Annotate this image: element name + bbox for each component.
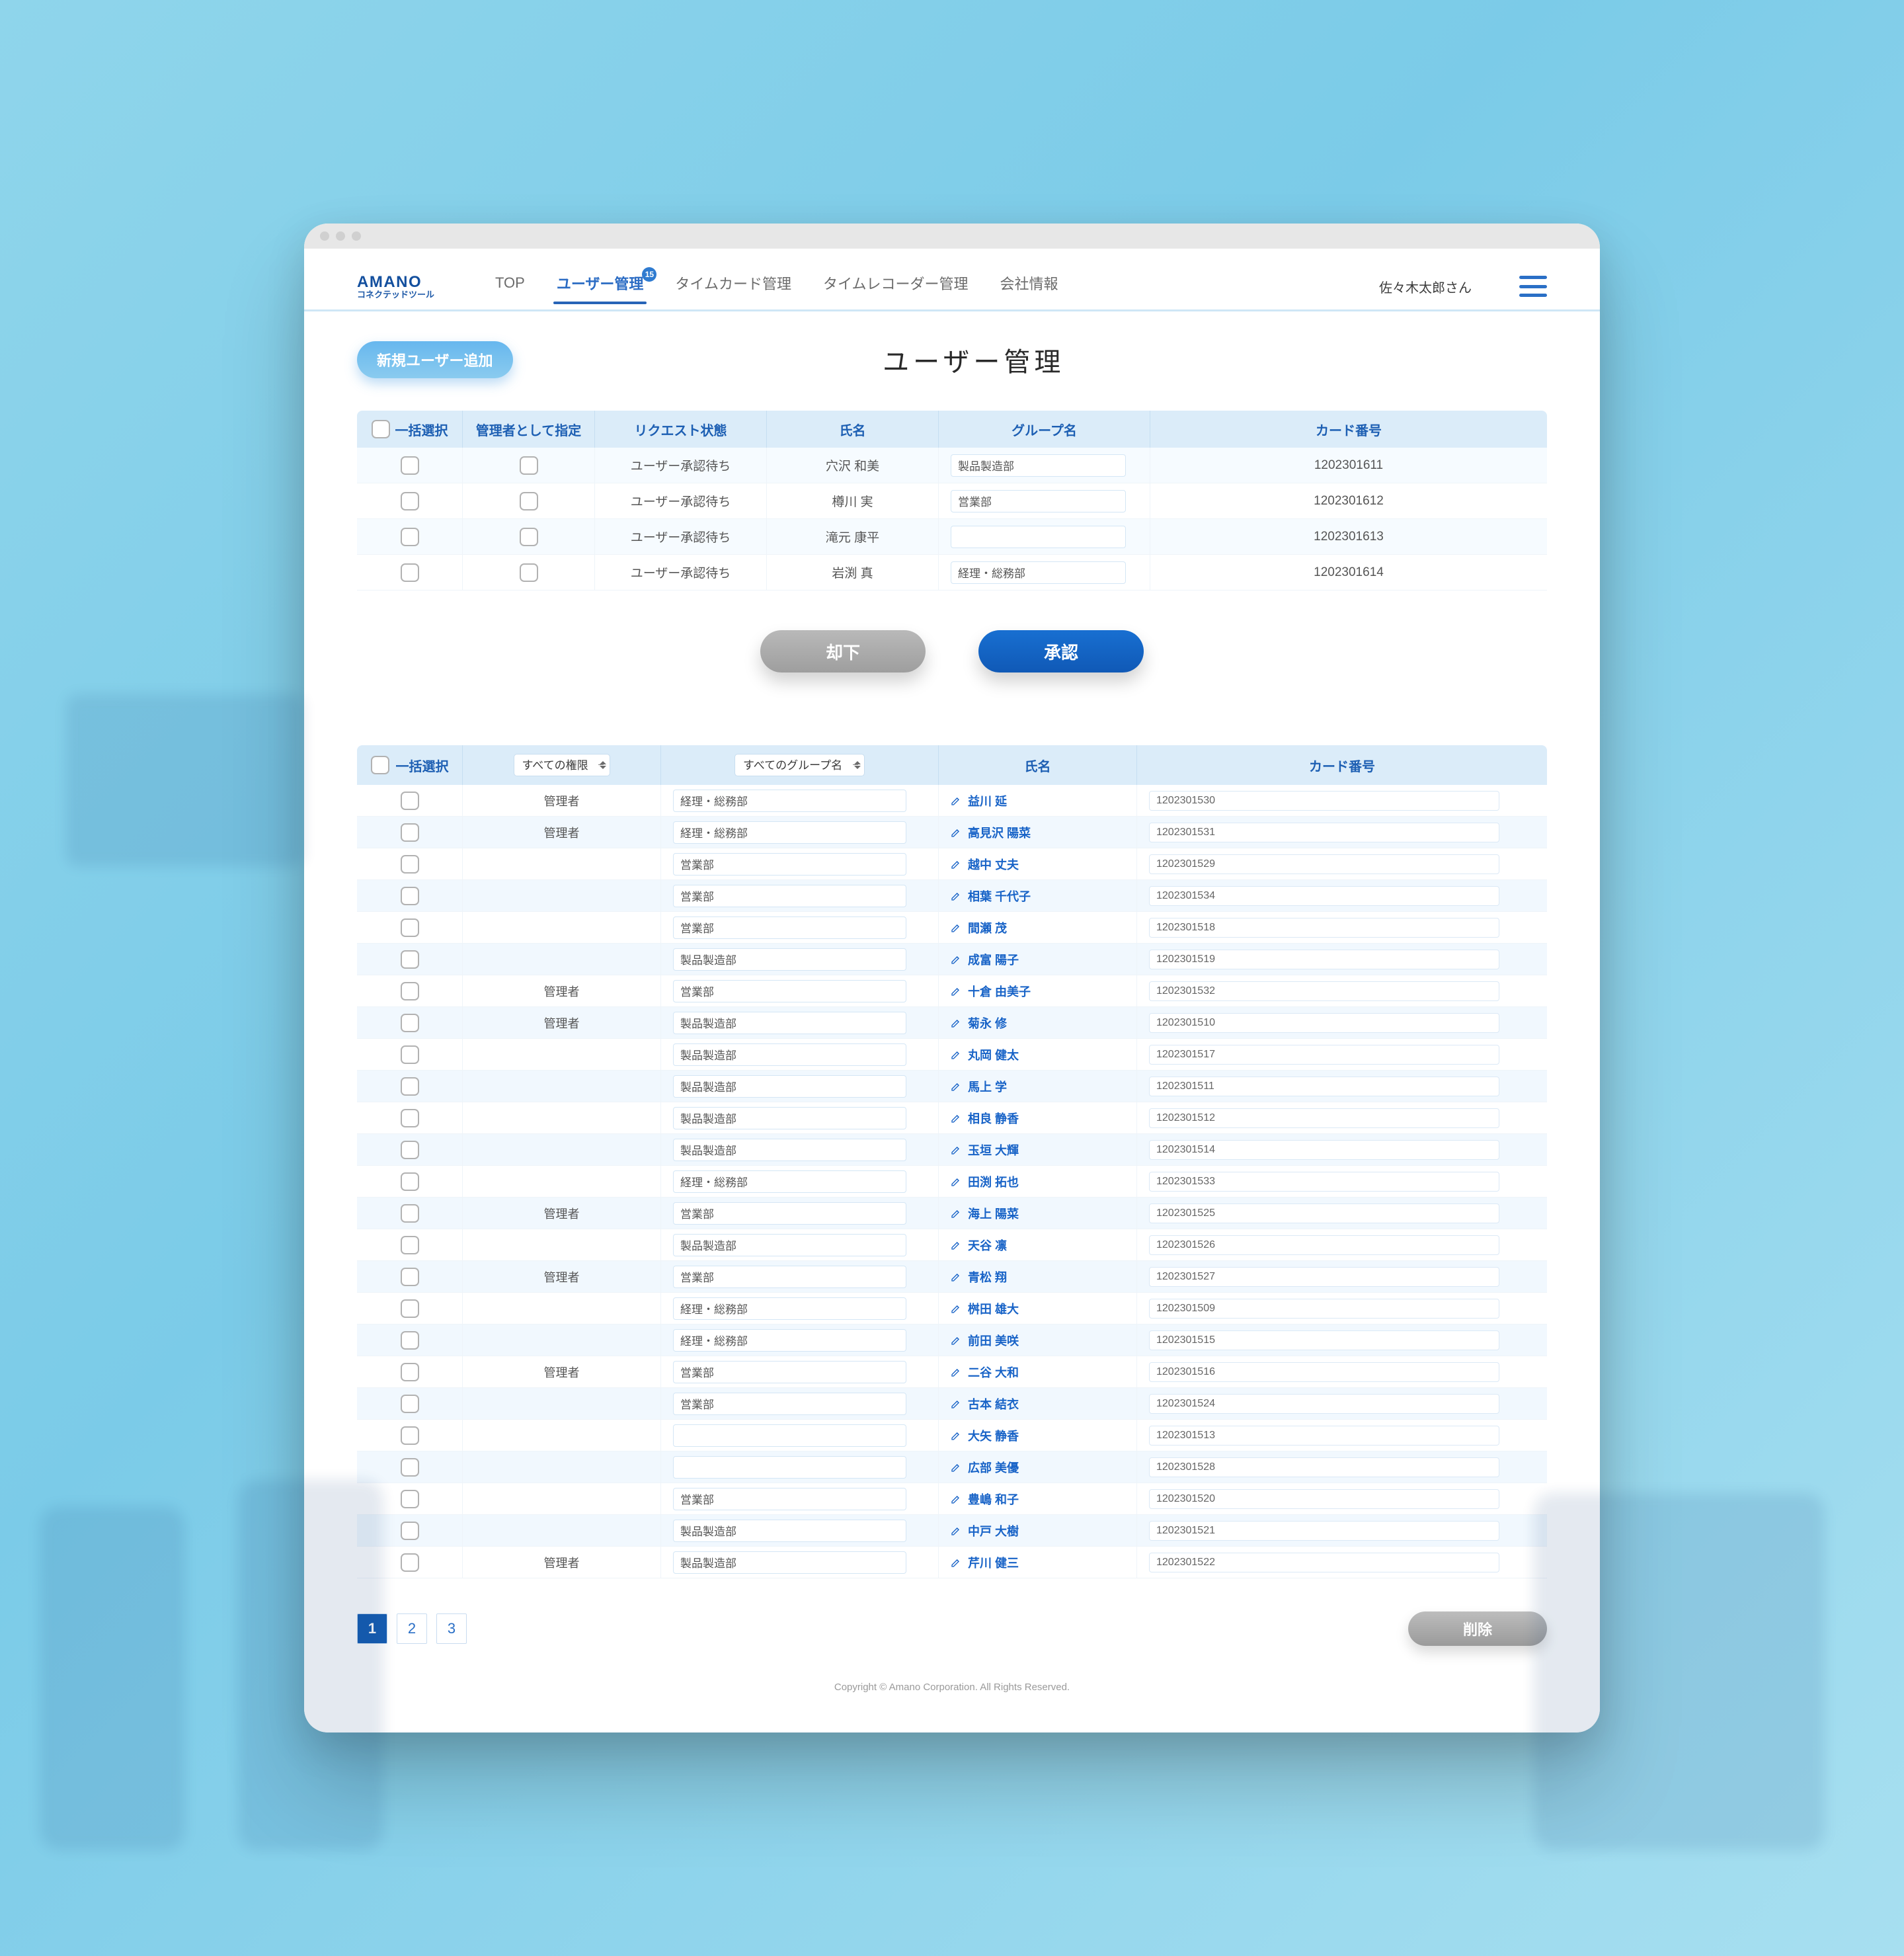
nav-4[interactable]: 会社情報: [999, 267, 1060, 306]
nav-2[interactable]: タイムカード管理: [674, 267, 793, 306]
nav-0[interactable]: TOP: [494, 269, 526, 304]
nav-1[interactable]: ユーザー管理15: [555, 267, 645, 306]
role-filter-select[interactable]: すべての権限: [514, 754, 610, 776]
group-filter-select[interactable]: すべてのグループ名: [734, 754, 865, 776]
nav-3[interactable]: タイムレコーダー管理: [822, 267, 970, 306]
